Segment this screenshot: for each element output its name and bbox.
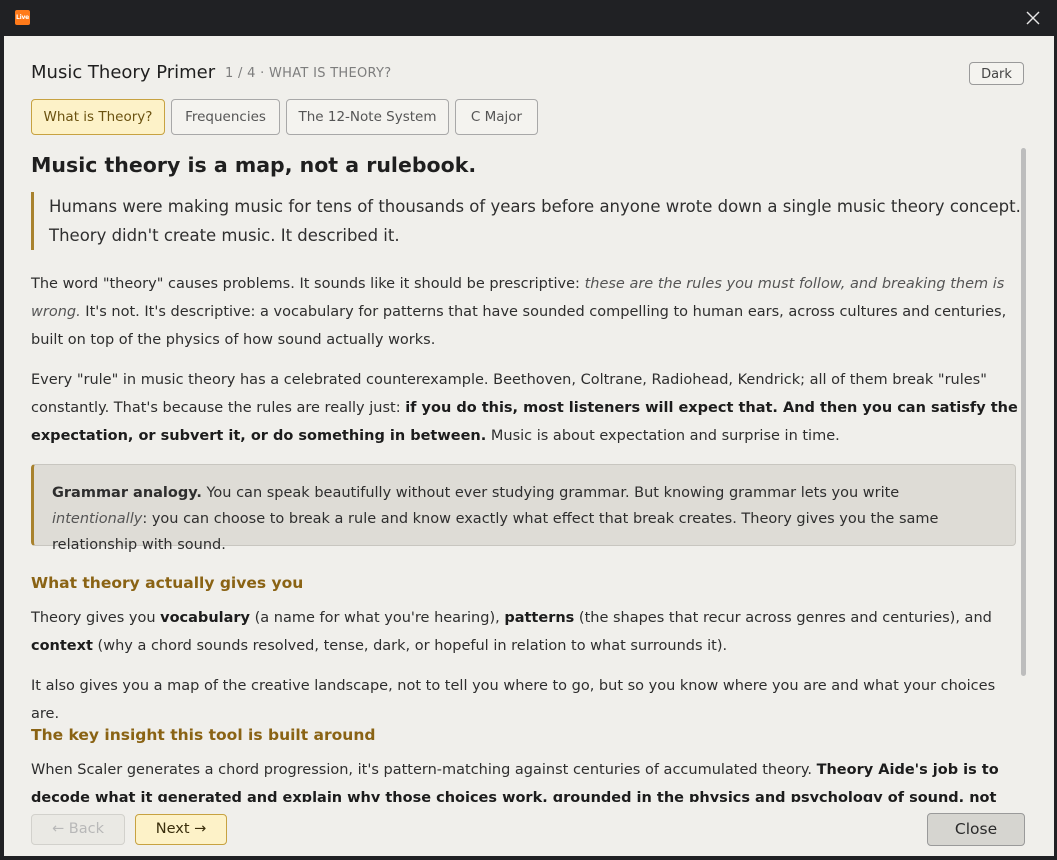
text: You can speak beautifully without ever s… xyxy=(201,485,900,501)
italic-text: intentionally xyxy=(52,511,143,527)
content-scroll-area[interactable]: Music theory is a map, not a rulebook. H… xyxy=(4,148,1054,802)
paragraph-rules: Every "rule" in music theory has a celeb… xyxy=(31,366,1021,450)
intro-quote: Humans were making music for tens of tho… xyxy=(31,192,1021,250)
paragraph-map: It also gives you a map of the creative … xyxy=(31,678,996,722)
paragraph-theory-word: The word "theory" causes problems. It so… xyxy=(31,270,1021,354)
close-icon[interactable] xyxy=(1023,8,1043,28)
dialog-title: Music Theory Primer xyxy=(31,62,216,83)
close-button[interactable]: Close xyxy=(927,813,1025,846)
step-indicator: 1 / 4 · WHAT IS THEORY? xyxy=(225,66,392,81)
text: Theory gives you xyxy=(31,610,161,626)
live-app-icon: Live xyxy=(15,10,30,25)
close-icon-glyph xyxy=(1026,11,1040,25)
paragraph-key-insight: When Scaler generates a chord progressio… xyxy=(31,756,1021,802)
callout-label: Grammar analogy. xyxy=(52,485,202,501)
text: (the shapes that recur across genres and… xyxy=(574,610,992,626)
tab-what-is-theory[interactable]: What is Theory? xyxy=(31,99,165,135)
bold-text: context xyxy=(31,638,93,654)
page-heading: Music theory is a map, not a rulebook. xyxy=(31,153,477,177)
scrollbar-thumb[interactable] xyxy=(1021,148,1026,676)
text: : you can choose to break a rule and kno… xyxy=(52,511,939,553)
next-button[interactable]: Next → xyxy=(135,814,227,845)
primer-dialog: Music Theory Primer 1 / 4 · WHAT IS THEO… xyxy=(4,36,1054,856)
dark-mode-button[interactable]: Dark xyxy=(969,62,1024,85)
text: Music is about expectation and surprise … xyxy=(486,428,840,444)
window-titlebar: Live xyxy=(0,0,1057,36)
text: It's not. It's descriptive: a vocabulary… xyxy=(31,304,1007,348)
section-heading-key-insight: The key insight this tool is built aroun… xyxy=(31,726,376,744)
text: The word "theory" causes problems. It so… xyxy=(31,276,585,292)
text: (a name for what you're hearing), xyxy=(250,610,505,626)
tab-frequencies[interactable]: Frequencies xyxy=(171,99,280,135)
dialog-footer: ← Back Next → Close xyxy=(4,802,1054,856)
grammar-analogy-callout: Grammar analogy. You can speak beautiful… xyxy=(31,464,1016,553)
tab-12-note-system[interactable]: The 12-Note System xyxy=(286,99,449,135)
paragraph-gives-you: Theory gives you vocabulary (a name for … xyxy=(31,604,1021,660)
text: (why a chord sounds resolved, tense, dar… xyxy=(92,638,728,654)
bold-text: vocabulary xyxy=(160,610,250,626)
bold-text: patterns xyxy=(504,610,575,626)
text: When Scaler generates a chord progressio… xyxy=(31,762,817,778)
back-button[interactable]: ← Back xyxy=(31,814,125,845)
tab-c-major[interactable]: C Major xyxy=(455,99,538,135)
section-heading-gives-you: What theory actually gives you xyxy=(31,574,304,592)
